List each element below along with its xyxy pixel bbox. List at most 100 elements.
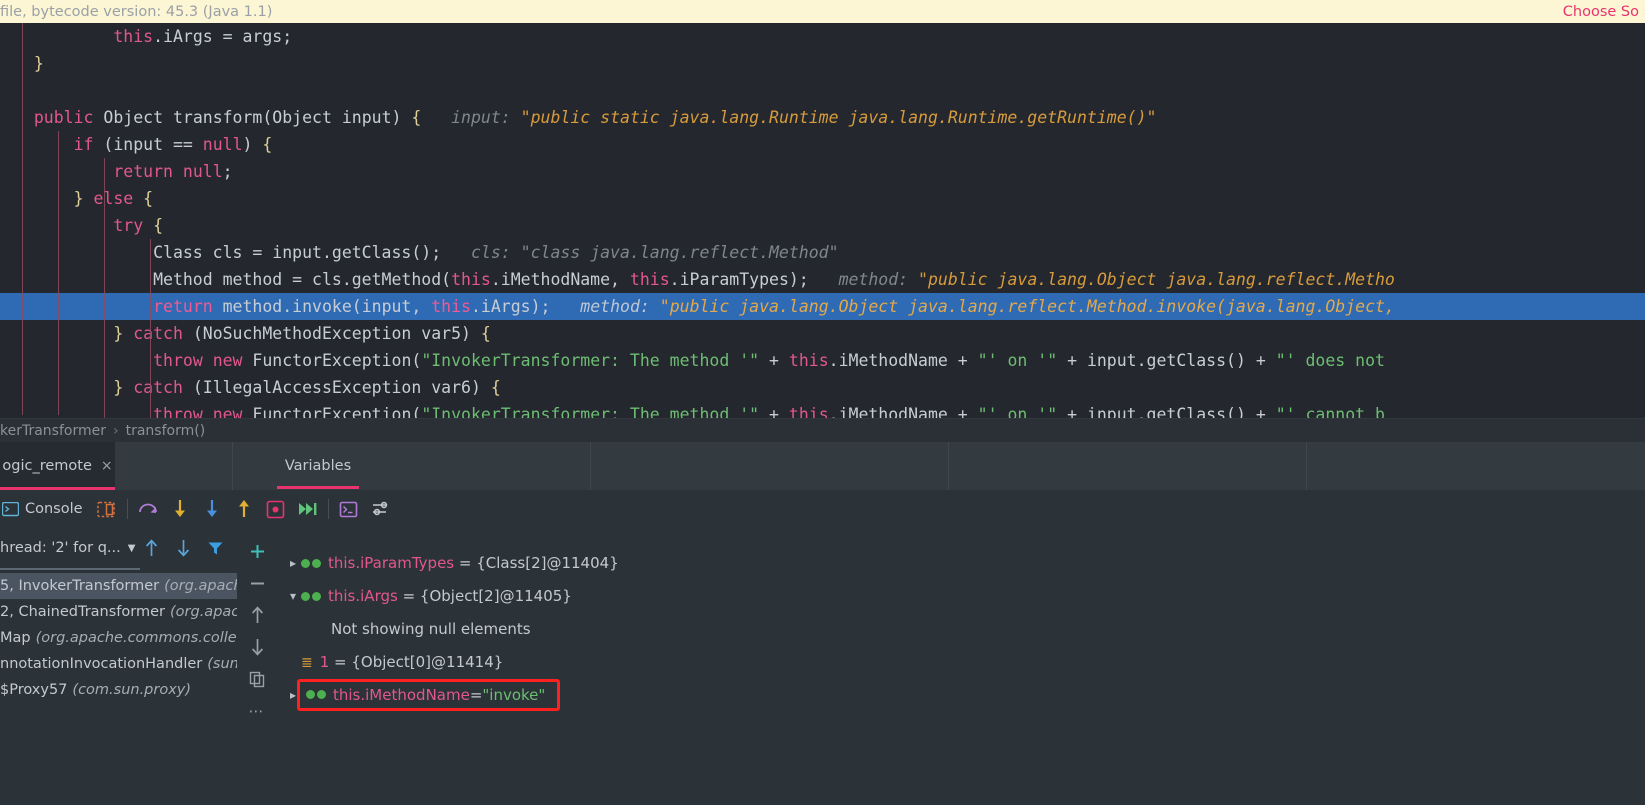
- tab-variables[interactable]: Variables: [277, 443, 359, 489]
- filter-icon[interactable]: [199, 533, 231, 563]
- code-editor[interactable]: this.iArgs = args; } public Object trans…: [0, 23, 1645, 418]
- code-token: Class cls = input.getClass();: [14, 243, 442, 262]
- code-token: {: [480, 324, 491, 343]
- line-blank[interactable]: [0, 77, 1645, 104]
- more-dots: ⋯: [248, 702, 266, 720]
- frame-row[interactable]: 2, ChainedTransformer (org.apach: [0, 599, 237, 625]
- frames-list: 5, InvokerTransformer (org.apach 2, Chaine…: [0, 573, 237, 703]
- frames-scrollbar[interactable]: [0, 568, 140, 570]
- code-token: .iArgs = args;: [153, 27, 293, 46]
- code-token: method:: [580, 297, 650, 316]
- code-token: "public java.lang.Object java.lang.refle…: [918, 270, 1395, 289]
- chevron-right-icon[interactable]: [285, 622, 301, 636]
- tab-variables-label: Variables: [284, 458, 352, 474]
- code-token: {: [153, 216, 164, 235]
- var-array-index-1[interactable]: ≣ 1 = {Object[0]@11414}: [277, 645, 1645, 678]
- variable-value: {Object[0]@11414}: [351, 652, 504, 671]
- code-token: Object transform(Object input): [93, 108, 412, 127]
- chevron-right-icon[interactable]: [285, 655, 301, 669]
- frame-row[interactable]: nnotationInvocationHandler(sun.r: [0, 651, 237, 677]
- var-iparamtypes[interactable]: ▸ this.iParamTypes = {Class[2]@11404}: [277, 546, 1645, 579]
- var-iargs[interactable]: ▾ this.iArgs = {Object[2]@11405}: [277, 579, 1645, 612]
- add-watch-icon[interactable]: [242, 536, 272, 566]
- variable-equals: =: [329, 652, 352, 671]
- banner-action-link[interactable]: Choose So: [1563, 4, 1639, 20]
- decompiler-banner: file, bytecode version: 45.3 (Java 1.1) …: [0, 0, 1645, 23]
- up-arrow-icon[interactable]: [135, 533, 167, 563]
- line-close-brace[interactable]: }: [0, 50, 1645, 77]
- more-icon[interactable]: ⋯: [242, 696, 272, 726]
- step-out-icon[interactable]: [228, 494, 260, 524]
- line-throw-does-not-exist[interactable]: throw new FunctorException("InvokerTrans…: [0, 347, 1645, 374]
- resume-program-icon[interactable]: [292, 494, 324, 524]
- variables-pane: Variables ▸ this.iParamTypes = {Class[2]@…: [277, 443, 1645, 805]
- terminal-icon[interactable]: [333, 494, 365, 524]
- code-token: {: [490, 378, 501, 397]
- code-token: this: [431, 297, 471, 316]
- code-token: throw: [153, 405, 203, 418]
- force-step-into-icon[interactable]: [196, 494, 228, 524]
- variable-equals: =: [397, 586, 420, 605]
- code-token: input:: [451, 108, 511, 127]
- copy-icon[interactable]: [242, 664, 272, 694]
- line-catch-illegalaccess[interactable]: } catch (IllegalAccessException var6) {: [0, 374, 1645, 401]
- code-token: "' on '": [977, 351, 1058, 370]
- frame-row[interactable]: Map (org.apache.commons.colle: [0, 625, 237, 651]
- frames-toolbar: hread: '2' for q... ▼: [0, 528, 237, 568]
- layout-settings-icon[interactable]: [91, 494, 123, 524]
- code-token: }: [113, 324, 124, 343]
- chevron-down-icon[interactable]: ▾: [285, 589, 301, 603]
- move-up-icon[interactable]: [242, 600, 272, 630]
- remove-watch-icon[interactable]: [242, 568, 272, 598]
- settings-sliders-icon[interactable]: [365, 494, 397, 524]
- code-token: return: [113, 162, 173, 181]
- move-down-icon[interactable]: [242, 632, 272, 662]
- code-token: ): [242, 135, 263, 154]
- code-token: "class java.lang.reflect.Method": [520, 243, 839, 262]
- breadcrumb-item-method[interactable]: transform(): [126, 423, 206, 439]
- down-arrow-icon[interactable]: [167, 533, 199, 563]
- frame-row[interactable]: $Proxy57 (com.sun.proxy): [0, 677, 237, 703]
- breadcrumb-item-class[interactable]: kerTransformer: [0, 423, 106, 439]
- line-else[interactable]: } else {: [0, 185, 1645, 212]
- line-method-getmethod[interactable]: Method method = cls.getMethod(this.iMeth…: [0, 266, 1645, 293]
- variable-content: Not showing null elements: [301, 620, 531, 638]
- code-token: +: [759, 405, 789, 418]
- close-icon[interactable]: ×: [101, 458, 113, 474]
- session-tab-slot: [949, 442, 1307, 490]
- var-imethodname[interactable]: ▸ this.iMethodName = "invoke": [277, 678, 1645, 711]
- code-token: .iMethodName +: [828, 405, 978, 418]
- line-if-null[interactable]: if (input == null) {: [0, 131, 1645, 158]
- line-return-invoke[interactable]: return method.invoke(input, this.iArgs);…: [0, 293, 1645, 320]
- line-return-null[interactable]: return null;: [0, 158, 1645, 185]
- breadcrumb[interactable]: kerTransformer › transform(): [0, 418, 1645, 442]
- frame-row[interactable]: 5, InvokerTransformer (org.apach: [0, 573, 237, 599]
- line-transform-sig[interactable]: public Object transform(Object input) { …: [0, 104, 1645, 131]
- session-tab-logic-remote[interactable]: ogic_remote ×: [0, 442, 115, 490]
- chevron-right-icon[interactable]: ▸: [285, 556, 301, 570]
- var-note-null-elements[interactable]: Not showing null elements: [277, 612, 1645, 645]
- run-to-cursor-icon[interactable]: [260, 494, 292, 524]
- line-class-cls[interactable]: Class cls = input.getClass(); cls: "clas…: [0, 239, 1645, 266]
- code-token: "InvokerTransformer: The method '": [421, 351, 760, 370]
- thread-selector[interactable]: hread: '2' for q... ▼: [0, 540, 135, 556]
- step-into-icon[interactable]: [164, 494, 196, 524]
- line-catch-nosuchmethod[interactable]: } catch (NoSuchMethodException var5) {: [0, 320, 1645, 347]
- console-tab[interactable]: Console: [0, 490, 91, 528]
- line-throw-cannot-be[interactable]: throw new FunctorException("InvokerTrans…: [0, 401, 1645, 418]
- debug-tool-window: ogic_remote × Console hread: '2' for q..…: [0, 442, 1645, 805]
- variables-side-toolbar: ⋯: [237, 528, 277, 805]
- step-over-icon[interactable]: [132, 494, 164, 524]
- session-tab-slot: [591, 442, 949, 490]
- line-this-iargs[interactable]: this.iArgs = args;: [0, 23, 1645, 50]
- variable-name: this.iMethodName: [333, 685, 470, 704]
- code-token: ;: [222, 162, 233, 181]
- line-try[interactable]: try {: [0, 212, 1645, 239]
